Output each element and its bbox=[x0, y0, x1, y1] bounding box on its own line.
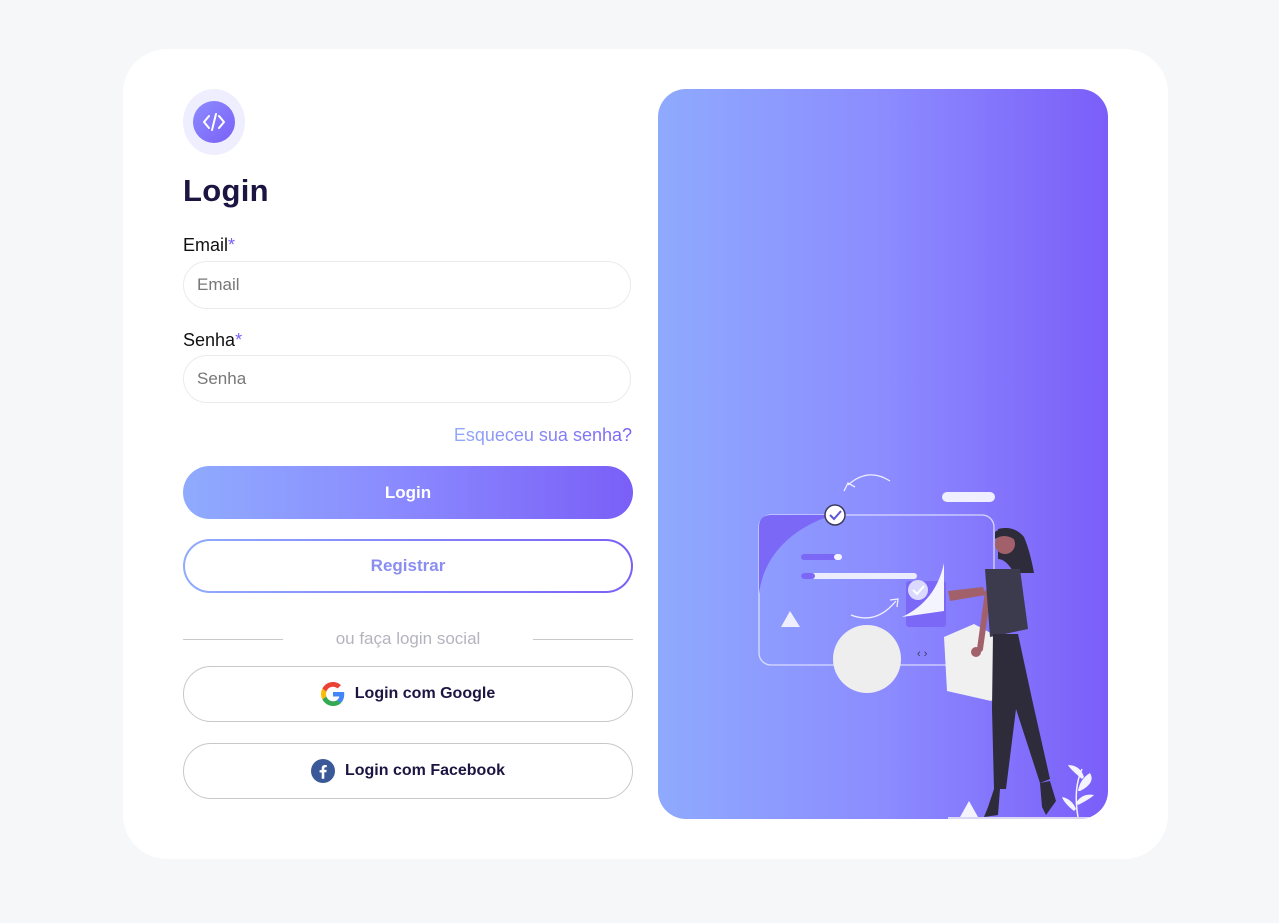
password-label-text: Senha bbox=[183, 330, 236, 350]
google-login-button[interactable]: Login com Google bbox=[183, 666, 633, 722]
logo bbox=[183, 89, 245, 155]
password-label: Senha* bbox=[183, 330, 242, 351]
google-login-label: Login com Google bbox=[354, 685, 496, 702]
illustration-panel: ‹ › bbox=[658, 89, 1108, 819]
google-icon bbox=[320, 682, 345, 706]
code-icon bbox=[193, 101, 235, 143]
tiny-code-glyph: ‹ › bbox=[917, 648, 928, 660]
email-field[interactable] bbox=[183, 261, 631, 309]
facebook-icon bbox=[310, 759, 335, 783]
required-mark: * bbox=[228, 235, 236, 255]
page-title: Login bbox=[183, 173, 269, 208]
person-with-code-window-illustration: ‹ › bbox=[758, 474, 1098, 819]
facebook-login-label: Login com Facebook bbox=[344, 762, 505, 779]
forgot-password-link[interactable]: Esqueceu sua senha? bbox=[454, 425, 632, 446]
divider-line bbox=[533, 639, 633, 640]
email-label: Email* bbox=[183, 235, 235, 256]
facebook-login-button[interactable]: Login com Facebook bbox=[183, 743, 633, 799]
password-field[interactable] bbox=[183, 355, 631, 403]
login-button[interactable]: Login bbox=[183, 466, 633, 519]
email-label-text: Email bbox=[183, 235, 229, 255]
social-divider: ou faça login social bbox=[183, 629, 633, 649]
login-card: Login Email* Senha* Esqueceu sua senha? … bbox=[123, 49, 1168, 859]
register-button-border: Registrar bbox=[183, 539, 633, 593]
required-mark: * bbox=[235, 330, 243, 350]
register-button[interactable]: Registrar bbox=[185, 541, 631, 591]
